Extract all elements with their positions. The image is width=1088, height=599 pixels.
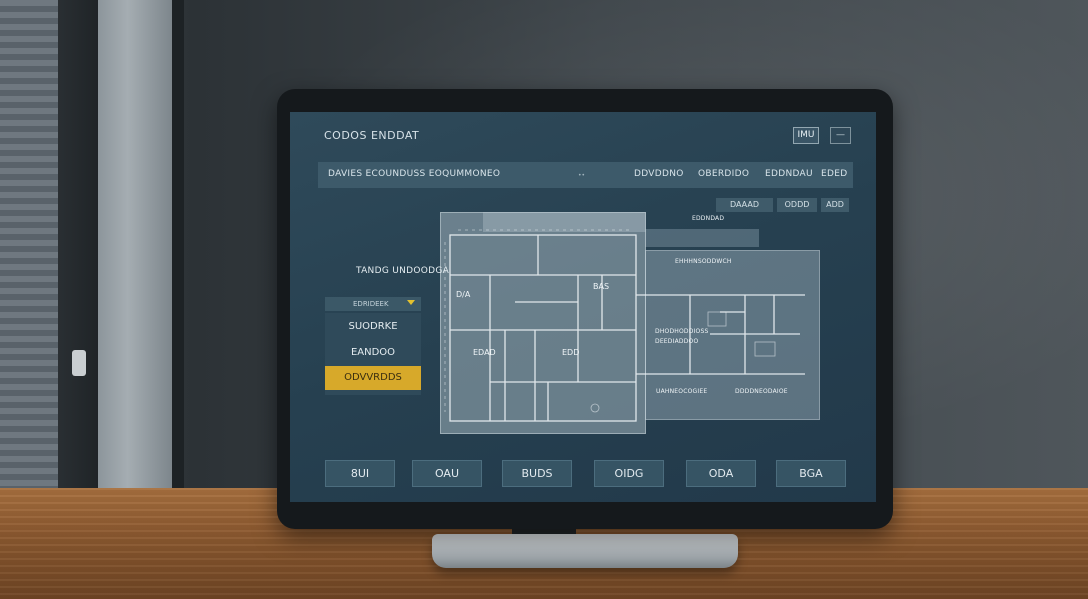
floor-plan-side-label-5: DDDDNEODAIOE <box>735 388 788 395</box>
dropdown-option-selected[interactable]: ODVVRDDS <box>325 366 421 390</box>
caret-down-icon <box>407 300 415 305</box>
nav-button-6[interactable]: BGA <box>776 460 846 487</box>
layer-dropdown[interactable]: EDRIDEEK <box>325 297 421 311</box>
curtain <box>98 0 172 492</box>
dropdown-option-1[interactable]: SUODRKE <box>325 315 421 339</box>
wall-switch <box>72 350 86 376</box>
layer-dropdown-label: EDRIDEEK <box>353 300 389 308</box>
nav-button-4[interactable]: OIDG <box>594 460 664 487</box>
room-label-1: D/A <box>456 290 471 299</box>
nav-button-3[interactable]: BUDS <box>502 460 572 487</box>
monitor-stand-base <box>432 534 738 568</box>
floor-plan-side-label-1: EHHHNSODDWCH <box>675 258 732 265</box>
app-screen: CODOS ENDDAT IMU — DAVIES ECOUNDUSS EOQU… <box>290 112 876 502</box>
floor-plan-side-label-2: DHODHODDIOSS <box>655 328 709 335</box>
nav-button-2[interactable]: OAU <box>412 460 482 487</box>
nav-button-1[interactable]: 8UI <box>325 460 395 487</box>
window-blinds <box>0 0 58 492</box>
layers-panel-title: TANDG UNDOODGA <box>356 266 450 276</box>
floor-plan-header-label: EDDNDAD <box>692 215 725 222</box>
room-label-4: EDD <box>562 348 580 357</box>
floor-plan-side-label-4: UAHNEOCOGIEE <box>656 388 708 395</box>
window-frame <box>58 0 98 492</box>
dropdown-option-2[interactable]: EANDOO <box>325 341 421 365</box>
room-label-3: EDAD <box>473 348 496 357</box>
room-label-2: BAS <box>593 282 610 291</box>
nav-button-5[interactable]: ODA <box>686 460 756 487</box>
floor-plan-side-label-3: DEEDIADDOO <box>655 338 699 345</box>
curtain-edge <box>172 0 184 492</box>
